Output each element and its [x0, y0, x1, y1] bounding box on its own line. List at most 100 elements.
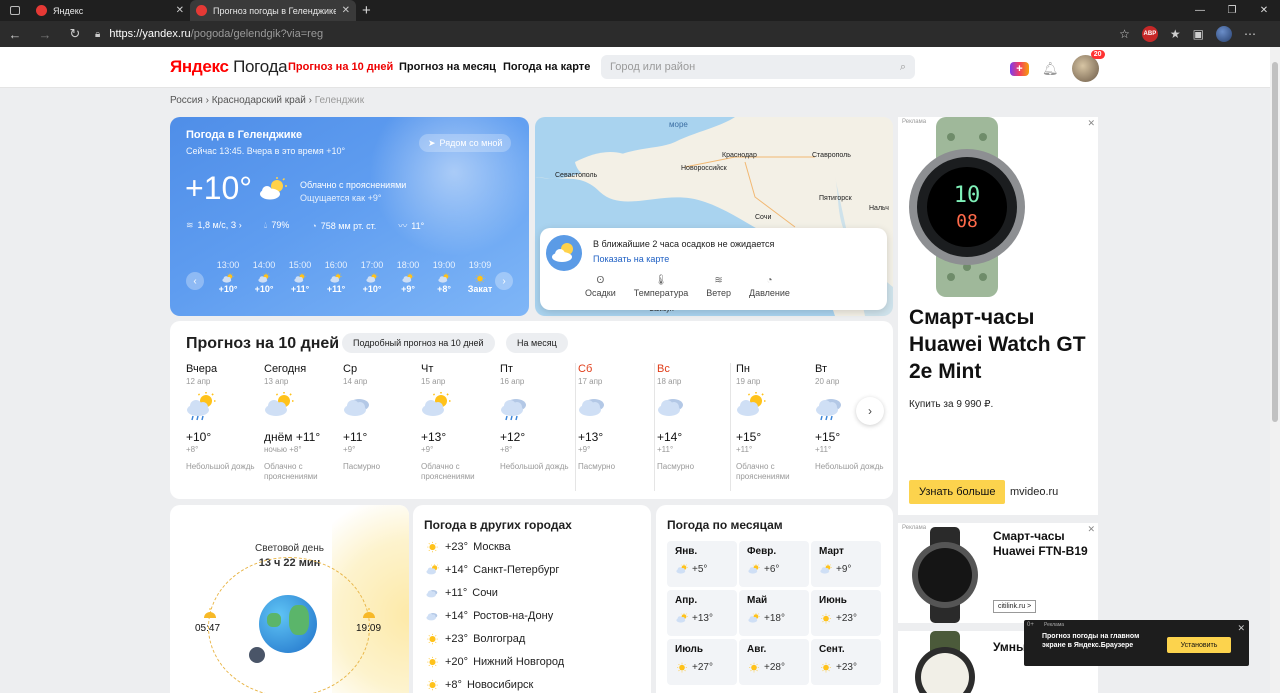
city-row[interactable]: +8° Новосибирск: [425, 679, 533, 691]
maximize-icon[interactable]: ❐: [1216, 0, 1248, 21]
day-name: Чт: [421, 363, 434, 375]
forward-icon[interactable]: →: [30, 27, 60, 42]
breadcrumb-region[interactable]: Краснодарский край: [212, 95, 306, 106]
sun-icon: [425, 656, 440, 668]
collections-icon[interactable]: ▣: [1193, 27, 1204, 41]
hourly-item: 14:00 +10°: [246, 260, 282, 294]
city-row[interactable]: +23° Волгоград: [425, 633, 525, 645]
nearby-button-label: Рядом со мной: [439, 138, 503, 148]
day-name: Вчера: [186, 363, 218, 375]
browser-tab-weather[interactable]: Прогноз погоды в Геленджике ✕: [190, 0, 356, 21]
forecast-day[interactable]: Ср 14 апр +11° +9° Пасмурно: [343, 363, 417, 472]
search-input[interactable]: Город или район ⌕: [601, 55, 915, 79]
notifications-bell-icon[interactable]: 🔔︎: [1042, 61, 1059, 77]
city-row[interactable]: +23° Москва: [425, 541, 511, 553]
search-placeholder: Город или район: [610, 61, 696, 73]
partly-cloudy-icon: [221, 273, 235, 283]
nav-forecast-10-days[interactable]: Прогноз на 10 дней: [288, 61, 393, 73]
profile-avatar-icon[interactable]: [1216, 26, 1232, 42]
month-cell[interactable]: Февр. +6°: [739, 541, 809, 587]
month-cell[interactable]: Июль +27°: [667, 639, 737, 685]
notifications-badge: 20: [1090, 50, 1105, 59]
nav-weather-map[interactable]: Погода на карте: [503, 61, 590, 73]
month-name: Март: [819, 546, 844, 557]
map-tab-label: Температура: [633, 288, 689, 298]
breadcrumb-country[interactable]: Россия: [170, 95, 203, 106]
install-button[interactable]: Установить: [1167, 637, 1231, 653]
month-forecast-button[interactable]: На месяц: [506, 333, 568, 353]
favorites-icon[interactable]: ★: [1170, 27, 1181, 41]
close-window-icon[interactable]: ✕: [1248, 0, 1280, 21]
favorite-add-icon[interactable]: ☆: [1119, 27, 1130, 41]
site-logo[interactable]: Яндекс Погода: [170, 57, 288, 77]
sunset-time: 19:09: [356, 623, 382, 634]
svg-text:10: 10: [954, 183, 981, 208]
month-cell[interactable]: Сент. +23°: [811, 639, 881, 685]
forecast-day[interactable]: Пт 16 апр +12° +8° Небольшой дождь: [500, 363, 574, 472]
map-tab-precipitation[interactable]: ʘ Осадки: [585, 275, 616, 298]
ad-title[interactable]: Смарт-часы Huawei FTN-B19: [993, 529, 1098, 559]
ad-title[interactable]: Смарт-часы Huawei Watch GT 2e Mint: [909, 304, 1089, 385]
hourly-item: 18:00 +9°: [390, 260, 426, 294]
month-cell[interactable]: Июнь +23°: [811, 590, 881, 636]
minimize-icon[interactable]: —: [1184, 0, 1216, 21]
city-name: Санкт-Петербург: [473, 564, 560, 576]
ad-link-button[interactable]: citilink.ru >: [993, 600, 1037, 613]
nav-forecast-month[interactable]: Прогноз на месяц: [399, 61, 496, 73]
search-icon[interactable]: ⌕: [900, 61, 906, 74]
hourly-item: 15:00 +11°: [282, 260, 318, 294]
map-tab-temperature[interactable]: 🌡︎ Температура: [634, 275, 689, 298]
tab-actions-icon[interactable]: [0, 0, 30, 21]
browser-tab-yandex[interactable]: Яндекс ✕: [30, 0, 190, 21]
close-tab-icon[interactable]: ✕: [176, 5, 184, 16]
detailed-forecast-button[interactable]: Подробный прогноз на 10 дней: [342, 333, 495, 353]
popup-close-icon[interactable]: ✕: [1237, 623, 1245, 634]
hourly-prev-arrow-icon[interactable]: ‹: [186, 272, 204, 290]
ad-domain[interactable]: mvideo.ru: [1010, 486, 1058, 498]
more-menu-icon[interactable]: ⋯: [1244, 27, 1256, 41]
smartwatch-image: [915, 631, 975, 693]
map-tab-wind[interactable]: ≋ Ветер: [706, 275, 731, 298]
feels-like-text: Ощущается как +9°: [300, 193, 382, 203]
yandex-plus-icon[interactable]: +: [1010, 61, 1029, 76]
forecast-day[interactable]: Вс 18 апр +14° +11° Пасмурно: [657, 363, 731, 472]
month-temp: +27°: [692, 662, 713, 673]
day-name: Вт: [815, 363, 828, 375]
city-row[interactable]: +11° Сочи: [425, 587, 498, 599]
adblock-extension-icon[interactable]: ABP: [1141, 26, 1158, 42]
partly-cloudy-icon: [260, 177, 287, 200]
forecast-day[interactable]: Вчера 12 апр +10° +8° Небольшой дождь: [186, 363, 260, 472]
map-tab-pressure[interactable]: ◔ Давление: [749, 275, 790, 298]
reload-icon[interactable]: ↻: [60, 26, 90, 42]
back-icon[interactable]: ←: [0, 27, 30, 42]
city-row[interactable]: +20° Нижний Новгород: [425, 656, 564, 668]
forecast-day[interactable]: Сегодня 13 апр днём +11° ночью +8° Облачно с…: [264, 363, 338, 482]
city-row[interactable]: +14° Санкт-Петербург: [425, 564, 559, 576]
forecast-day[interactable]: Сб 17 апр +13° +9° Пасмурно: [578, 363, 652, 472]
scrollbar-thumb[interactable]: [1272, 62, 1278, 422]
ad-close-icon[interactable]: ✕: [1087, 118, 1095, 129]
close-tab-icon[interactable]: ✕: [342, 5, 350, 16]
ad-learn-more-button[interactable]: Узнать больше: [909, 480, 1006, 504]
months-title[interactable]: Погода по месяцам: [667, 518, 783, 532]
page-scrollbar[interactable]: [1270, 47, 1280, 693]
show-on-map-link[interactable]: Показать на карте: [593, 254, 669, 264]
new-tab-icon[interactable]: +: [362, 2, 371, 19]
month-cell[interactable]: Авг. +28°: [739, 639, 809, 685]
forecast-day[interactable]: Вт 20 апр +15° +11° Небольшой дождь: [815, 363, 889, 472]
ad-banner-main[interactable]: Реклама ✕ 10 08 Смарт-часы Huawei Watch …: [898, 117, 1098, 515]
user-avatar[interactable]: 20: [1071, 50, 1105, 82]
nearby-button[interactable]: ➤ Рядом со мной: [419, 134, 512, 152]
month-cell[interactable]: Апр. +13°: [667, 590, 737, 636]
current-weather-title[interactable]: Погода в Геленджике: [186, 129, 302, 141]
day-name: Сегодня: [264, 363, 307, 375]
month-cell[interactable]: Май +18°: [739, 590, 809, 636]
forecast-day[interactable]: Чт 15 апр +13° +9° Облачно с прояснениями: [421, 363, 495, 482]
month-cell[interactable]: Март +9°: [811, 541, 881, 587]
ad-banner-second[interactable]: Реклама ✕ Смарт-часы Huawei FTN-B19 citi…: [898, 523, 1098, 623]
city-row[interactable]: +14° Ростов-на-Дону: [425, 610, 553, 622]
forecast-day[interactable]: Пн 19 апр +15° +11° Облачно с прояснениями: [736, 363, 810, 482]
url-field[interactable]: 🔒︎ https://yandex.ru/pogoda/gelendgik?vi…: [95, 24, 1111, 44]
age-rating: 0+: [1027, 622, 1034, 628]
month-cell[interactable]: Янв. +5°: [667, 541, 737, 587]
